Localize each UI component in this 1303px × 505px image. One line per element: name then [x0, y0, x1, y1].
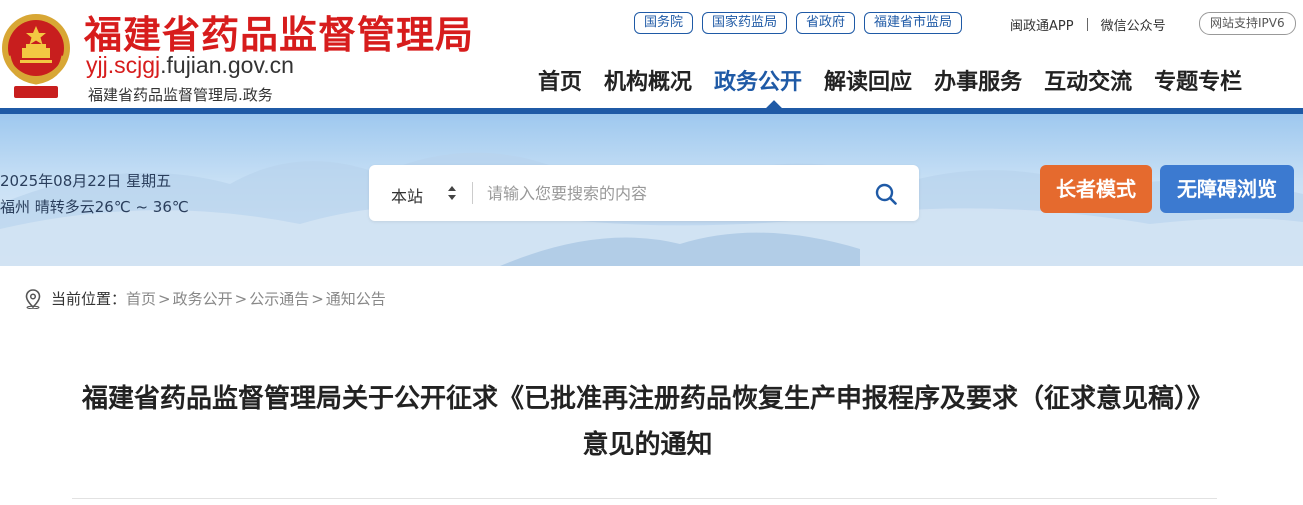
accessibility-button[interactable]: 无障碍浏览: [1160, 165, 1294, 213]
main-content: 当前位置： 首页 > 政务公开 > 公示通告 > 通知公告 福建省药品监督管理局…: [0, 266, 1303, 505]
wechat-link[interactable]: 微信公众号: [1101, 15, 1166, 34]
search-scope-select[interactable]: 本站: [391, 183, 423, 207]
breadcrumb-separator: >: [234, 289, 248, 308]
national-emblem-icon[interactable]: [0, 8, 76, 100]
toplink-market-supervision[interactable]: 福建省市监局: [864, 12, 963, 34]
nav-home[interactable]: 首页: [538, 64, 582, 96]
toplink-province-gov[interactable]: 省政府: [796, 12, 856, 34]
breadcrumb-gov-affairs[interactable]: 政务公开: [173, 288, 233, 309]
site-domain-highlight: yjj.scjgj: [86, 52, 161, 78]
top-links: 国务院 国家药监局 省政府 福建省市监局: [634, 12, 963, 34]
elder-mode-button[interactable]: 长者模式: [1040, 165, 1152, 213]
site-header: 福建省药品监督管理局 yjj.scjgj.fujian.gov.cn 福建省药品…: [0, 0, 1303, 110]
toplink-guowuyuan[interactable]: 国务院: [634, 12, 694, 34]
site-domain[interactable]: yjj.scjgj.fujian.gov.cn: [86, 52, 294, 79]
nav-interaction[interactable]: 互动交流: [1044, 64, 1132, 96]
search-box: 本站: [369, 165, 919, 221]
nav-special-topics[interactable]: 专题专栏: [1154, 64, 1242, 96]
link-separator: [1086, 18, 1088, 31]
breadcrumb-announcements[interactable]: 公示通告: [249, 288, 309, 309]
nav-services[interactable]: 办事服务: [934, 64, 1022, 96]
nav-gov-affairs[interactable]: 政务公开: [714, 64, 802, 96]
title-divider: [72, 498, 1217, 499]
breadcrumb-home[interactable]: 首页: [126, 288, 156, 309]
nav-organization[interactable]: 机构概况: [604, 64, 692, 96]
location-pin-icon: [25, 288, 41, 309]
top-right-links: 闽政通APP 微信公众号: [1010, 15, 1166, 34]
search-input[interactable]: [487, 178, 857, 208]
search-divider: [472, 182, 473, 204]
breadcrumb-notices[interactable]: 通知公告: [326, 288, 386, 309]
site-title[interactable]: 福建省药品监督管理局: [84, 4, 474, 59]
toplink-nmpa[interactable]: 国家药监局: [702, 12, 788, 34]
date-display: 2025年08月22日 星期五: [0, 172, 172, 190]
breadcrumb-separator: >: [158, 289, 171, 308]
weather-display: 福州 晴转多云26℃ ~ 36℃: [0, 198, 189, 216]
ipv6-badge: 网站支持IPV6: [1199, 12, 1296, 35]
main-nav: 首页 机构概况 政务公开 解读回应 办事服务 互动交流 专题专栏: [538, 64, 1242, 96]
app-link[interactable]: 闽政通APP: [1010, 15, 1074, 34]
nav-interpretation[interactable]: 解读回应: [824, 64, 912, 96]
search-icon[interactable]: [874, 182, 898, 206]
site-subtitle: 福建省药品监督管理局.政务: [88, 86, 273, 104]
breadcrumb-label: 当前位置：: [51, 290, 127, 308]
article-title: 福建省药品监督管理局关于公开征求《已批准再注册药品恢复生产申报程序及要求（征求意…: [81, 384, 1213, 460]
site-domain-rest: .fujian.gov.cn: [160, 52, 294, 78]
sort-arrows-icon[interactable]: [447, 185, 457, 201]
breadcrumb-separator: >: [311, 289, 324, 308]
breadcrumb: 当前位置： 首页 > 政务公开 > 公示通告 > 通知公告: [24, 288, 386, 309]
banner: 2025年08月22日 星期五 福州 晴转多云26℃ ~ 36℃ 本站 长者模式…: [0, 114, 1303, 266]
